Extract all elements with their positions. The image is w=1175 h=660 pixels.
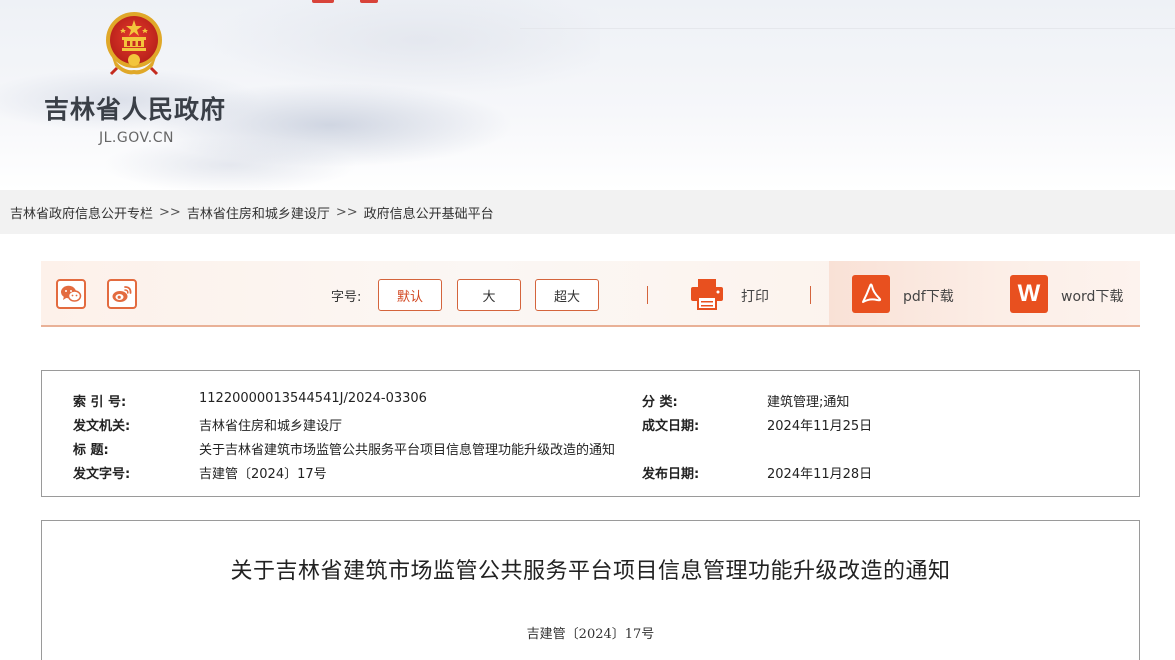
print-button[interactable] [689, 277, 725, 311]
meta-docno-label: 发文字号: [73, 467, 131, 482]
meta-docno-value: 吉建管〔2024〕17号 [199, 467, 327, 482]
document-meta-table: 索 引 号: 11220000013544541J/2024-03306 分 类… [41, 370, 1140, 497]
wechat-icon [61, 285, 82, 302]
article-toolbar: 字号: 默认 大 超大 打印 pdf下载 W word下载 [41, 261, 1140, 327]
article-doc-number: 吉建管〔2024〕17号 [526, 627, 655, 642]
breadcrumb-item-platform[interactable]: 政府信息公开基础平台 [364, 203, 494, 222]
site-header: 吉林省人民政府 JL.GOV.CN [0, 0, 1175, 190]
article-title: 关于吉林省建筑市场监管公共服务平台项目信息管理功能升级改造的通知 [230, 559, 951, 584]
pdf-icon [862, 283, 882, 303]
header-top-divider [520, 28, 1175, 29]
print-label[interactable]: 打印 [741, 286, 769, 306]
meta-category-value: 建筑管理;通知 [767, 395, 850, 410]
meta-issuer-value: 吉林省住房和城乡建设厅 [199, 419, 343, 434]
meta-published-label: 发布日期: [642, 467, 700, 482]
word-download-label[interactable]: word下载 [1061, 286, 1123, 306]
meta-published-value: 2024年11月28日 [767, 467, 873, 482]
breadcrumb-item-info-column[interactable]: 吉林省政府信息公开专栏 [10, 203, 153, 222]
breadcrumb-item-department[interactable]: 吉林省住房和城乡建设厅 [187, 203, 330, 222]
breadcrumb-separator: >> [159, 204, 181, 220]
national-emblem-icon [103, 10, 165, 76]
breadcrumb: 吉林省政府信息公开专栏 >> 吉林省住房和城乡建设厅 >> 政府信息公开基础平台 [0, 190, 1175, 234]
word-download-button[interactable]: W [1010, 275, 1048, 313]
meta-created-label: 成文日期: [642, 419, 700, 434]
weibo-share-button[interactable] [107, 279, 137, 309]
font-size-default-button[interactable]: 默认 [378, 279, 442, 311]
site-title: 吉林省人民政府 [44, 95, 227, 124]
toolbar-divider [810, 286, 811, 304]
font-size-label: 字号: [331, 290, 362, 305]
article-body: 关于吉林省建筑市场监管公共服务平台项目信息管理功能升级改造的通知 吉建管〔202… [41, 520, 1140, 660]
meta-title-value: 关于吉林省建筑市场监管公共服务平台项目信息管理功能升级改造的通知 [199, 443, 616, 458]
breadcrumb-separator: >> [335, 204, 358, 220]
font-size-large-button[interactable]: 大 [457, 279, 521, 311]
meta-created-value: 2024年11月25日 [767, 419, 873, 434]
site-domain: JL.GOV.CN [99, 130, 174, 146]
word-icon: W [1017, 280, 1041, 307]
weibo-icon [112, 286, 132, 302]
meta-title-label: 标 题: [73, 443, 109, 458]
meta-index-label: 索 引 号: [73, 395, 127, 410]
meta-issuer-label: 发文机关: [73, 419, 131, 434]
printer-icon [691, 279, 723, 310]
pdf-download-button[interactable] [852, 275, 890, 313]
meta-index-value: 11220000013544541J/2024-03306 [199, 391, 427, 406]
toolbar-divider [647, 286, 648, 304]
font-size-xlarge-button[interactable]: 超大 [535, 279, 599, 311]
pdf-download-label[interactable]: pdf下载 [903, 286, 954, 306]
meta-category-label: 分 类: [642, 395, 678, 410]
wechat-share-button[interactable] [56, 279, 86, 309]
